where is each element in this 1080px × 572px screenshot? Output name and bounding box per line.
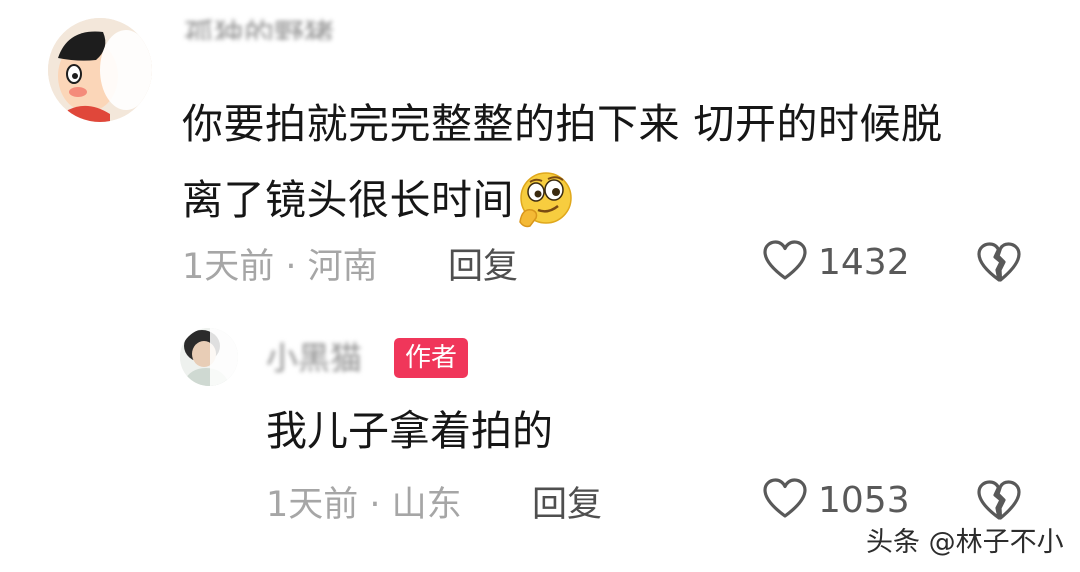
comment-username[interactable]: 孤独的野猪 bbox=[184, 18, 334, 40]
watermark: 头条 @林子不小 bbox=[866, 527, 1064, 558]
comment-avatar[interactable] bbox=[48, 18, 152, 122]
broken-heart-icon bbox=[977, 242, 1021, 282]
reply-reply-button[interactable]: 回复 bbox=[532, 476, 602, 527]
comment-text: 你要拍就完完整整的拍下来 切开的时候脱 离了镜头很长时间 bbox=[182, 86, 943, 238]
comment-dislike-button[interactable] bbox=[976, 240, 1022, 284]
heart-icon bbox=[762, 477, 808, 523]
reply-avatar[interactable] bbox=[180, 328, 238, 386]
broken-heart-icon bbox=[977, 480, 1021, 520]
comment-like-count: 1432 bbox=[818, 241, 910, 283]
comment-meta: 1天前 · 河南 bbox=[182, 247, 378, 287]
heart-icon bbox=[762, 239, 808, 285]
reply-dislike-button[interactable] bbox=[976, 478, 1022, 522]
cartoon-avatar-icon bbox=[48, 18, 152, 122]
user-avatar-icon bbox=[180, 328, 238, 386]
thinking-smirk-emoji-icon bbox=[516, 170, 574, 228]
comment-like-button[interactable]: 1432 bbox=[762, 238, 910, 286]
reply-like-count: 1053 bbox=[818, 479, 910, 521]
reply-username[interactable]: 小黑猫 bbox=[266, 336, 362, 380]
reply-text: 我儿子拿着拍的 bbox=[266, 407, 553, 455]
comment-text-line1: 你要拍就完完整整的拍下来 切开的时候脱 bbox=[182, 100, 943, 148]
reply-like-button[interactable]: 1053 bbox=[762, 476, 910, 524]
comment-text-line2: 离了镜头很长时间 bbox=[182, 176, 514, 224]
author-badge: 作者 bbox=[394, 338, 469, 378]
comment-reply-button[interactable]: 回复 bbox=[448, 238, 518, 289]
reply-meta: 1天前 · 山东 bbox=[266, 485, 462, 525]
